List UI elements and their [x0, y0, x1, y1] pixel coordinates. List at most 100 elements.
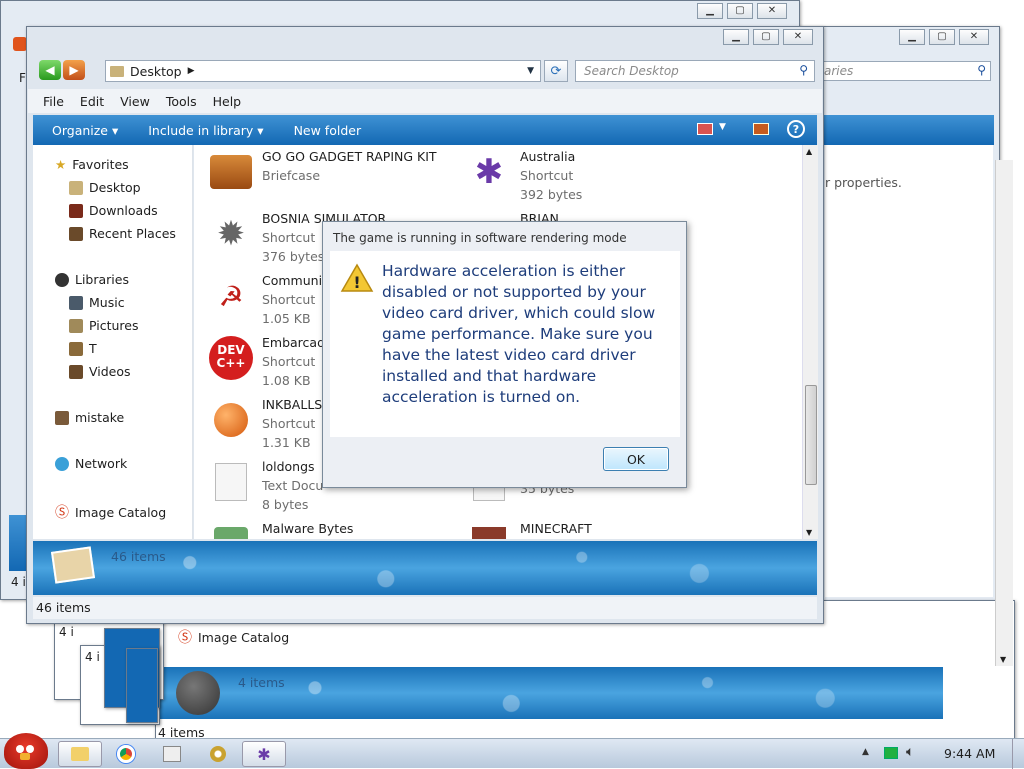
show-desktop-button[interactable] [1012, 739, 1024, 769]
homegroup-icon [55, 410, 69, 425]
chevron-down-icon[interactable]: ▼ [719, 122, 726, 132]
minimize-button[interactable]: ▁ [723, 29, 749, 45]
command-bar: Organize ▾ Include in library ▾ New fold… [33, 115, 817, 145]
app-icon [13, 37, 27, 51]
image-catalog-icon: Ⓢ [178, 630, 192, 646]
file-item[interactable]: DEV C++ Embarcad Shortcut 1.08 KB [208, 335, 325, 388]
new-folder-button[interactable]: New folder [294, 123, 362, 138]
maximize-button[interactable]: ▢ [753, 29, 779, 45]
include-in-library-button[interactable]: Include in library ▾ [148, 123, 263, 138]
taskbar-game-button[interactable]: ✱ [242, 741, 286, 767]
show-hidden-icons-icon[interactable]: ▲ [862, 747, 869, 757]
pictures-icon [69, 318, 83, 333]
folder-icon [71, 747, 89, 761]
close-button[interactable]: ✕ [959, 29, 989, 45]
menu-bar: File Edit View Tools Help [28, 89, 822, 113]
maximize-button[interactable]: ▢ [929, 29, 955, 45]
downloads-icon [69, 203, 83, 218]
taskbar-app-button[interactable] [150, 741, 194, 767]
briefcase-icon [208, 149, 254, 195]
taskbar-chrome-button[interactable] [104, 741, 148, 767]
clock[interactable]: 9:44 AM [944, 746, 995, 761]
sidebar-item-desktop[interactable]: Desktop [69, 180, 141, 195]
dialog-message: Hardware acceleration is either disabled… [382, 262, 656, 406]
sidebar-item-pictures[interactable]: Pictures [69, 318, 139, 333]
search-icon: ⚲ [799, 63, 808, 77]
battery-icon[interactable] [884, 747, 898, 759]
scroll-thumb[interactable] [805, 385, 817, 485]
library-folder-icon [69, 341, 83, 356]
file-item[interactable]: ✱ Australia Shortcut 392 bytes [466, 149, 583, 202]
sidebar-item-favorites[interactable]: ★ Favorites [55, 157, 129, 172]
file-item[interactable]: MINECRAFT [466, 521, 592, 539]
taskbar-explorer-button[interactable] [58, 741, 102, 767]
spider-icon: ✱ [257, 744, 271, 764]
back-content-area: r properties. [825, 145, 993, 597]
menu-view[interactable]: View [120, 94, 150, 109]
search-box[interactable]: Search Desktop ⚲ [575, 60, 815, 82]
menu-file[interactable]: File [43, 94, 64, 109]
scroll-down-arrow[interactable]: ▼ [806, 528, 812, 537]
scroll-down-arrow[interactable]: ▼ [1000, 655, 1006, 664]
back-search-box[interactable]: aries ⚲ [819, 61, 991, 81]
menu-help[interactable]: Help [213, 94, 242, 109]
close-button[interactable]: ✕ [783, 29, 813, 45]
back-command-bar [819, 115, 994, 145]
file-item[interactable]: INKBALLS Shortcut 1.31 KB [208, 397, 322, 450]
file-item[interactable]: GO GO GADGET RAPING KIT Briefcase [208, 149, 437, 195]
warning-icon: ! [340, 263, 374, 292]
forward-button[interactable]: ▶ [63, 60, 85, 80]
taskbar-media-button[interactable] [196, 741, 240, 767]
warning-dialog: The game is running in software renderin… [322, 221, 687, 488]
maximize-button[interactable]: ▢ [727, 3, 753, 19]
preview-pane-icon[interactable] [753, 123, 769, 135]
status-bar: 46 items [33, 597, 817, 619]
organize-button[interactable]: Organize ▾ [52, 123, 118, 138]
text-document-icon [208, 459, 254, 505]
scroll-up-arrow[interactable]: ▲ [806, 147, 812, 156]
ok-button[interactable]: OK [603, 447, 669, 471]
help-icon[interactable]: ? [787, 120, 805, 138]
devcpp-icon: DEV C++ [208, 335, 254, 381]
file-item[interactable]: ☭ Communis Shortcut 1.05 KB [208, 273, 328, 326]
sidebar-item-recent-places[interactable]: Recent Places [69, 226, 176, 241]
file-item[interactable]: Malware Bytes [208, 521, 353, 539]
search-placeholder: aries [824, 64, 854, 78]
minimize-button[interactable]: ▁ [899, 29, 925, 45]
sidebar-item-downloads[interactable]: Downloads [69, 203, 158, 218]
sidebar-item-image-catalog[interactable]: Ⓢ Image Catalog [55, 502, 166, 522]
view-options-icon[interactable] [697, 123, 713, 135]
mine-icon: ✹ [216, 214, 246, 254]
inkball-icon [208, 397, 254, 443]
sidebar-item-t[interactable]: T [69, 341, 97, 356]
vertical-scrollbar[interactable]: ▲ ▼ [802, 145, 818, 539]
star-icon: ★ [55, 157, 67, 172]
sidebar-item-libraries[interactable]: Libraries [55, 272, 129, 287]
file-item[interactable]: loldongs Text Docu 8 bytes [208, 459, 323, 512]
app-icon [163, 746, 181, 762]
sidebar-item-network[interactable]: Network [55, 456, 127, 471]
navigation-pane: ★ Favorites Desktop Downloads Recent Plac… [33, 145, 193, 539]
videos-icon [69, 364, 83, 379]
address-bar[interactable]: Desktop ▶ ▼ [105, 60, 541, 82]
back-vertical-scrollbar[interactable]: ▼ [995, 160, 1013, 666]
menu-edit[interactable]: Edit [80, 94, 104, 109]
minimize-button[interactable]: ▁ [697, 3, 723, 19]
sidebar-item-mistake[interactable]: mistake [55, 410, 124, 425]
chevron-down-icon[interactable]: ▼ [527, 66, 534, 76]
refresh-button[interactable]: ⟳ [544, 60, 568, 82]
sidebar-item-videos[interactable]: Videos [69, 364, 131, 379]
volume-icon[interactable]: 🔈︎ [906, 744, 914, 760]
sidebar-item-music[interactable]: Music [69, 295, 125, 310]
search-placeholder: Search Desktop [584, 64, 679, 78]
close-button[interactable]: ✕ [757, 3, 787, 19]
svg-text:!: ! [353, 273, 360, 292]
item-count: 46 items [111, 549, 166, 564]
sidebar-item-image-catalog-back[interactable]: Ⓢ Image Catalog [178, 627, 289, 647]
menu-tools[interactable]: Tools [166, 94, 197, 109]
start-button-angry-bird-icon[interactable] [4, 733, 48, 769]
rock-icon [176, 671, 220, 715]
details-pane: 46 items [33, 541, 817, 595]
back-button[interactable]: ◀ [39, 60, 61, 80]
music-icon [69, 295, 83, 310]
